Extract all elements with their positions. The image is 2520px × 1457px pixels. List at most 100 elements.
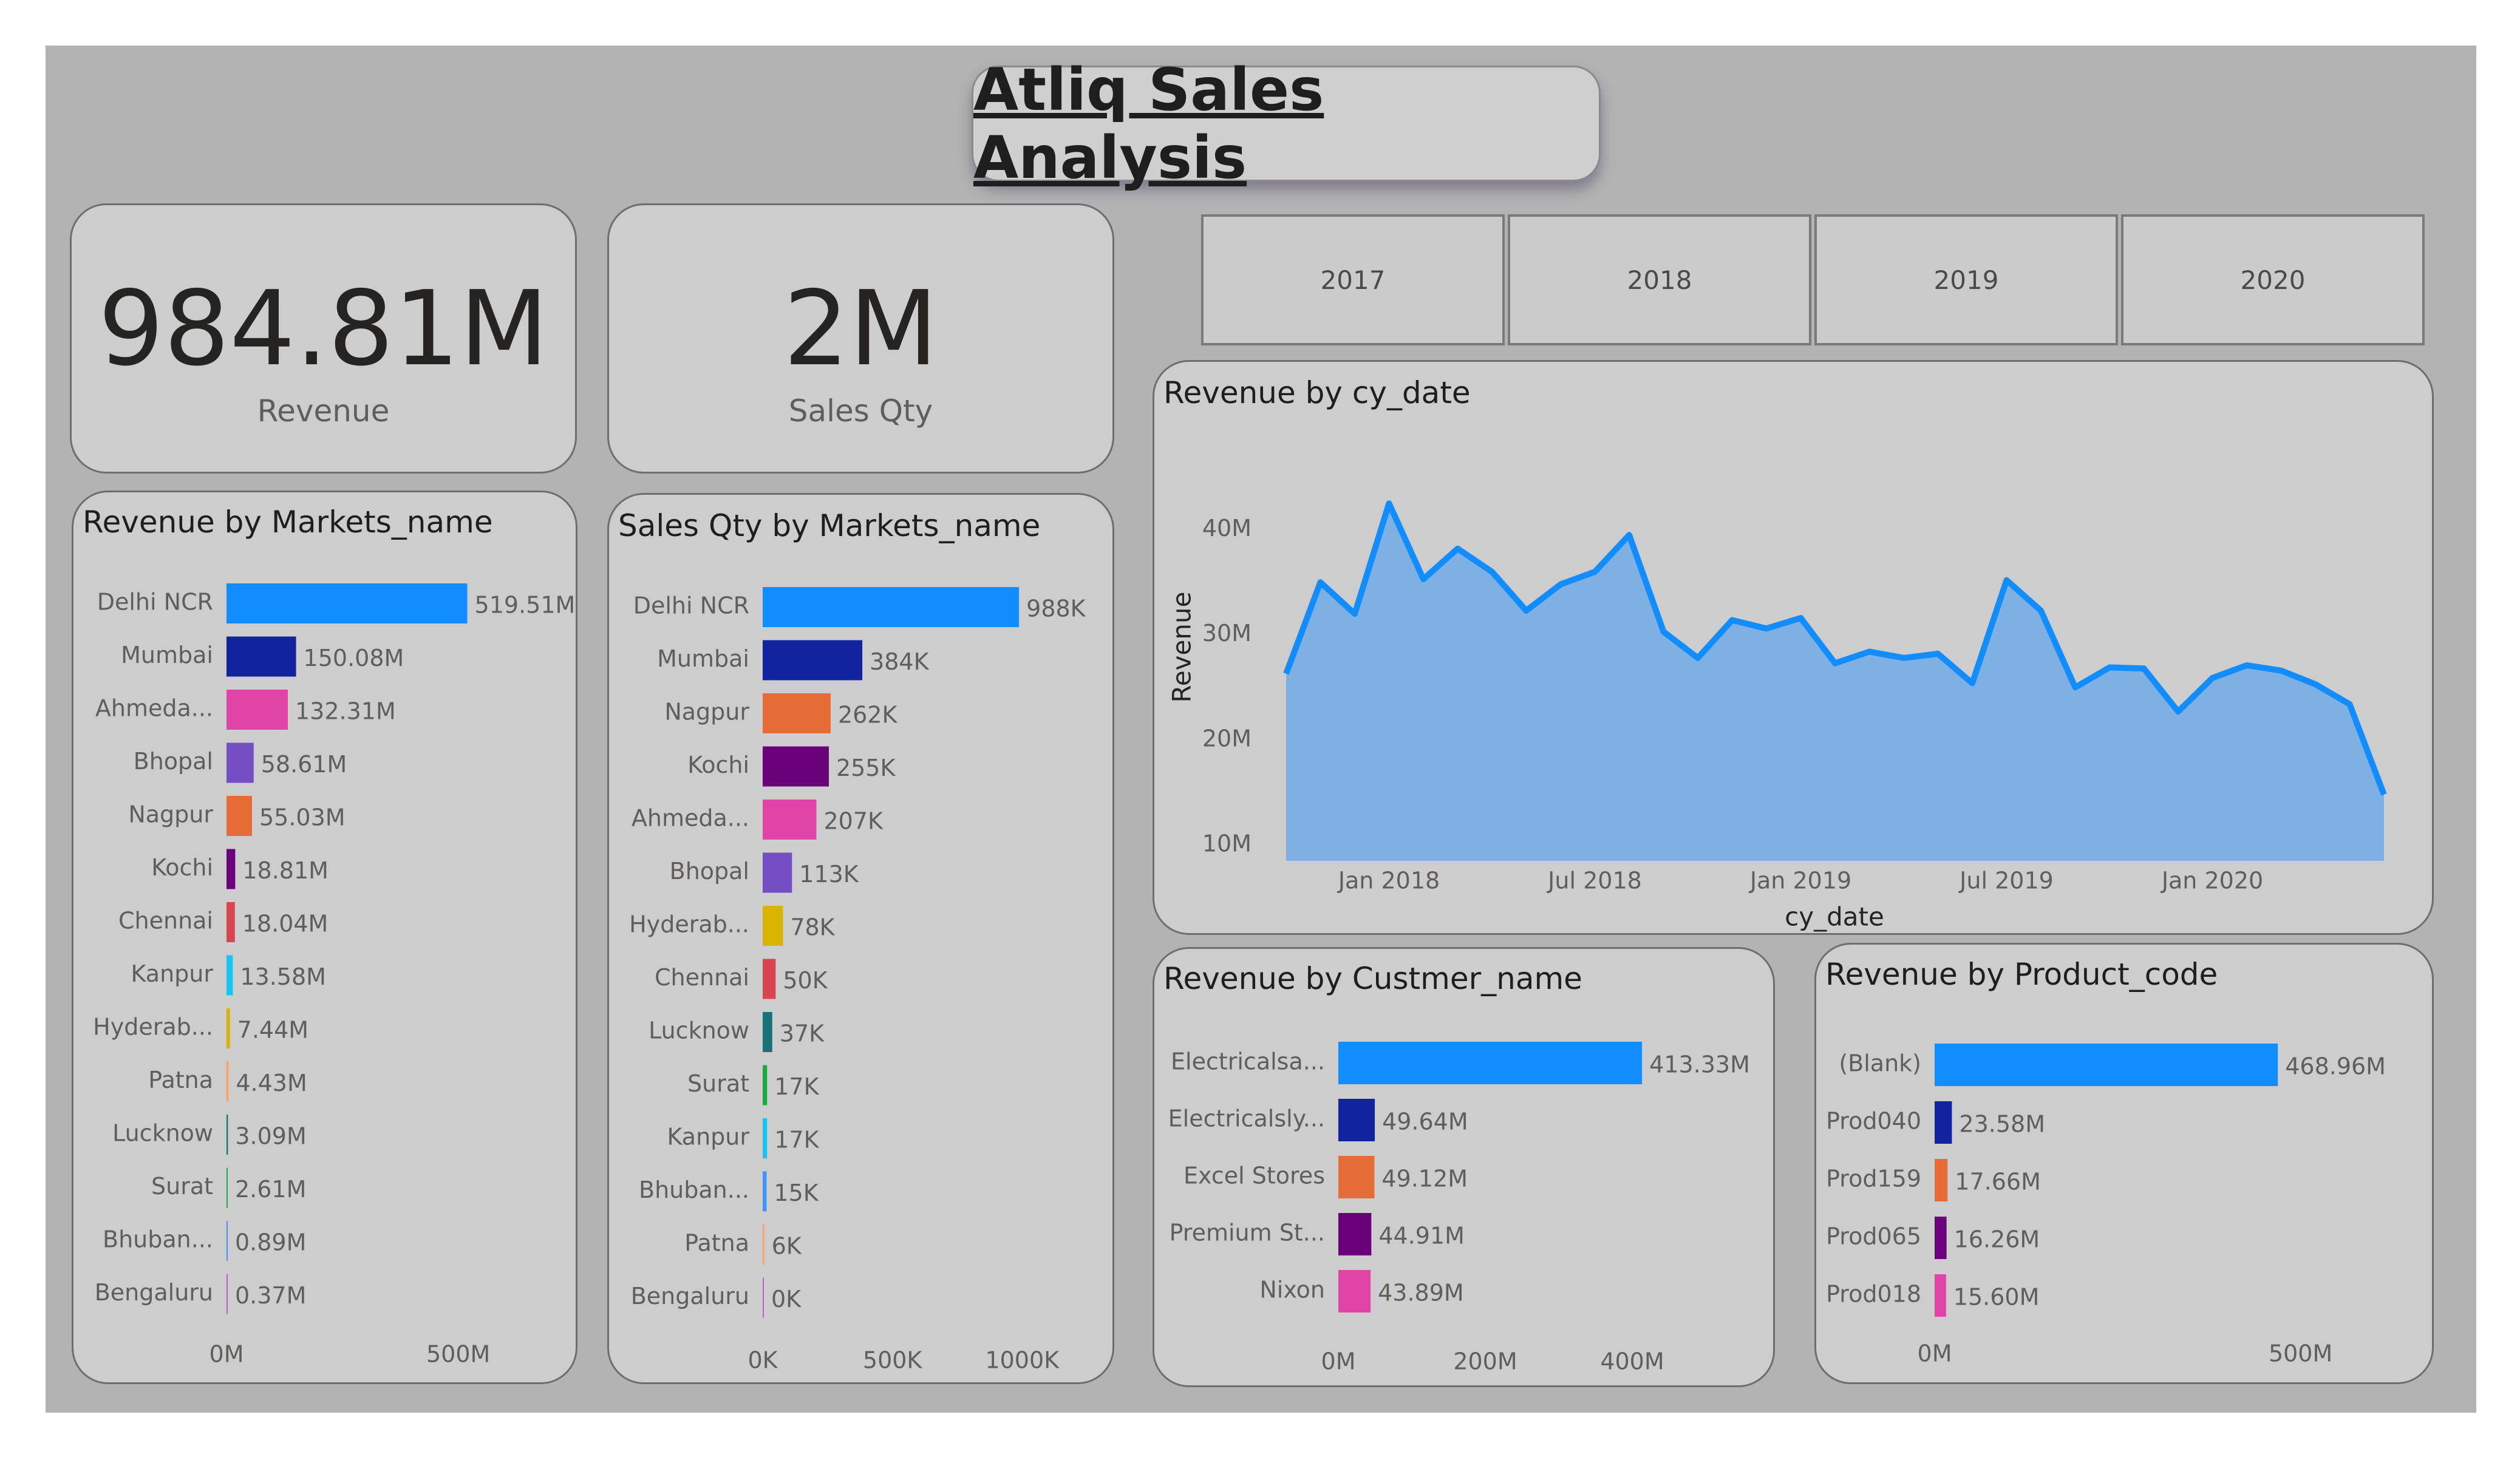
data-label: 0.89M (235, 1229, 306, 1256)
kpi-label: Sales Qty (788, 393, 933, 429)
category-label: Ahmeda... (632, 805, 749, 832)
category-label: Ahmeda... (95, 695, 213, 722)
data-label: 0.37M (235, 1282, 306, 1309)
chart-card-revenue-by-product[interactable]: Revenue by Product_code (Blank) 468.96M Pr… (1814, 943, 2434, 1384)
bar (226, 1008, 230, 1048)
data-label: 43.89M (1378, 1280, 1464, 1306)
category-label: Electricalsly... (1168, 1105, 1325, 1132)
category-label: Bhuban... (639, 1177, 749, 1203)
data-label: 988K (1026, 596, 1086, 622)
category-label: Prod040 (1826, 1108, 1921, 1135)
bar (226, 955, 233, 996)
kpi-card-revenue[interactable]: 984.81M Revenue (70, 203, 577, 474)
slicer-year-2017[interactable]: 2017 (1201, 214, 1505, 345)
category-label: Hyderab... (93, 1014, 213, 1041)
bar (763, 640, 863, 681)
chart-card-revenue-by-market[interactable]: Revenue by Markets_name Delhi NCR 519.51M… (72, 491, 577, 1384)
x-tick-label: Jul 2019 (1958, 868, 2054, 894)
data-label: 78K (790, 914, 835, 941)
bar (763, 1065, 768, 1105)
data-label: 18.81M (242, 857, 329, 884)
data-label: 49.12M (1381, 1166, 1468, 1192)
data-label: 207K (823, 808, 884, 835)
data-label: 3.09M (235, 1123, 306, 1150)
category-label: Lucknow (649, 1017, 749, 1044)
bar (763, 959, 776, 999)
data-label: 6K (772, 1233, 802, 1260)
data-label: 113K (799, 861, 859, 888)
data-label: 413.33M (1649, 1051, 1750, 1078)
y-tick-label: 40M (1202, 515, 1251, 542)
chart-card-revenue-by-date[interactable]: Revenue by cy_date 10M 20M 30M 40M Jan 2018 J… (1153, 360, 2434, 935)
page-title: Atliq Sales Analysis (973, 55, 1324, 192)
bar (226, 1167, 228, 1208)
data-label: 44.91M (1378, 1223, 1465, 1249)
data-label: 50K (783, 967, 828, 994)
category-label: Bhuban... (103, 1226, 213, 1253)
data-label: 15K (774, 1180, 819, 1206)
data-label: 58.61M (261, 751, 347, 778)
category-label: Surat (687, 1070, 749, 1097)
category-label: Lucknow (112, 1120, 213, 1147)
category-label: Bengaluru (95, 1279, 213, 1306)
bar (1935, 1044, 2278, 1086)
kpi-card-sales-qty[interactable]: 2M Sales Qty (607, 203, 1114, 474)
category-label: Delhi NCR (97, 589, 213, 616)
revenue-by-market-chart: Delhi NCR 519.51M Mumbai 150.08M Ahmeda... 13… (93, 583, 576, 1368)
slicer-year-2018[interactable]: 2018 (1508, 214, 1811, 345)
bar (226, 742, 254, 783)
chart-card-revenue-by-customer[interactable]: Revenue by Custmer_name Electricalsa... 4… (1153, 947, 1775, 1387)
x-tick-label: 500M (2269, 1340, 2332, 1367)
bar (763, 1118, 768, 1158)
category-label: Mumbai (657, 645, 749, 672)
bar (1338, 1099, 1375, 1141)
data-label: 17.66M (1955, 1169, 2041, 1195)
bar (763, 852, 792, 893)
x-tick-label: Jan 2018 (1337, 868, 1440, 894)
category-label: Chennai (118, 908, 213, 934)
data-label: 0K (771, 1286, 802, 1313)
bar (1935, 1159, 1948, 1201)
bar (1338, 1213, 1372, 1255)
slicer-year-2019[interactable]: 2019 (1814, 214, 2118, 345)
bar (763, 1277, 764, 1318)
data-label: 13.58M (240, 963, 326, 990)
chart-card-sales-qty-by-market[interactable]: Sales Qty by Markets_name Delhi NCR 988K M… (607, 493, 1114, 1384)
data-label: 468.96M (2285, 1053, 2386, 1080)
category-label: Bhopal (670, 858, 749, 885)
category-label: Delhi NCR (633, 593, 749, 619)
bar (226, 1115, 228, 1155)
x-tick-label: 0K (747, 1347, 778, 1374)
y-tick-label: 20M (1202, 725, 1251, 752)
bar (763, 587, 1020, 627)
x-axis-title: cy_date (1785, 902, 1884, 932)
revenue-by-date-chart: 10M 20M 30M 40M Jan 2018 Jul 2018 Jan 2019 Jul … (1167, 500, 2387, 932)
slicer-year-2020[interactable]: 2020 (2121, 214, 2425, 345)
bar (226, 583, 468, 623)
y-tick-label: 30M (1202, 620, 1251, 647)
data-label: 4.43M (236, 1070, 307, 1096)
bar (226, 690, 288, 730)
x-tick-label: 0M (209, 1341, 244, 1368)
bar (763, 746, 829, 787)
data-label: 132.31M (295, 698, 396, 725)
category-label: Kanpur (131, 960, 214, 987)
category-label: Prod159 (1826, 1166, 1921, 1192)
x-tick-label: 400M (1600, 1348, 1664, 1375)
bar (1338, 1042, 1643, 1084)
data-label: 55.03M (259, 804, 346, 831)
data-label: 2.61M (235, 1176, 306, 1203)
x-tick-label: 0M (1321, 1348, 1356, 1375)
data-label: 519.51M (475, 592, 576, 619)
category-label: Electricalsa... (1171, 1048, 1325, 1075)
data-label: 23.58M (1959, 1111, 2045, 1138)
category-label: Kochi (687, 752, 749, 778)
category-label: Bengaluru (631, 1283, 749, 1309)
category-label: Kanpur (667, 1124, 750, 1150)
data-label: 49.64M (1382, 1109, 1468, 1135)
category-label: Patna (684, 1230, 749, 1257)
bar (226, 796, 253, 836)
sales-qty-by-market-chart: Delhi NCR 988K Mumbai 384K Nagpur 262K Kochi 25… (629, 587, 1086, 1374)
data-label: 150.08M (304, 645, 404, 671)
kpi-label: Revenue (257, 393, 390, 429)
